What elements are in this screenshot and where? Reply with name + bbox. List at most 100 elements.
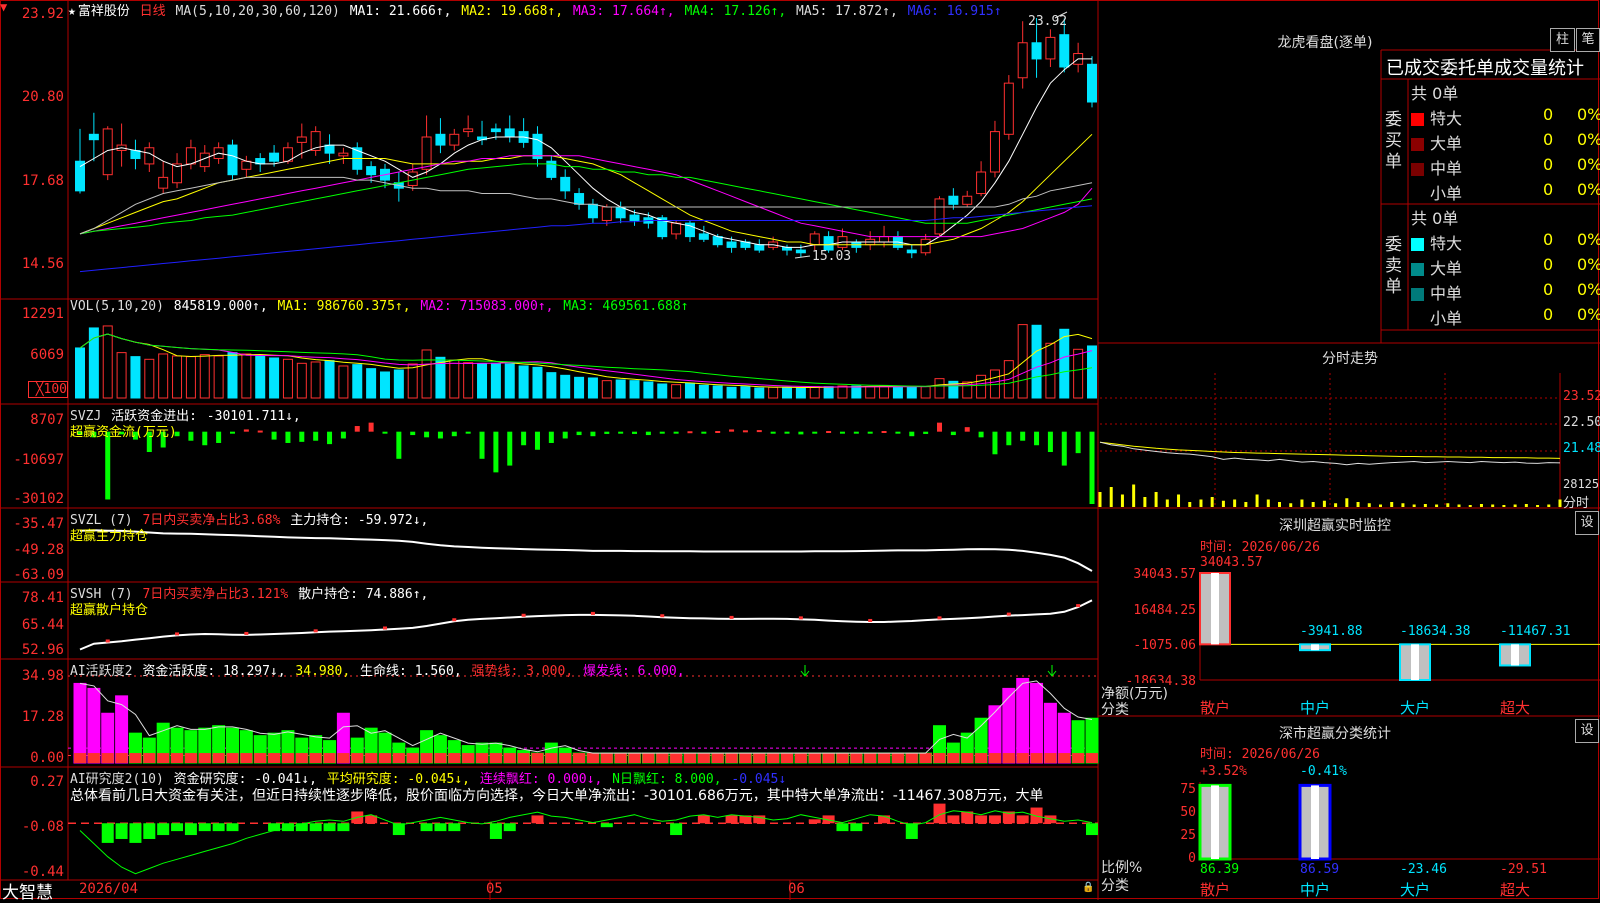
svzj-bar[interactable] xyxy=(742,430,748,433)
svzj-bar[interactable] xyxy=(1075,431,1081,454)
ai-research-bar[interactable] xyxy=(600,823,613,828)
ai-active-bar[interactable] xyxy=(1016,677,1030,764)
ai-research-bar[interactable] xyxy=(503,823,516,832)
ai-research-bar[interactable] xyxy=(337,823,350,832)
volume-bar[interactable] xyxy=(199,354,210,399)
volume-bar[interactable] xyxy=(768,386,779,399)
svzj-bar[interactable] xyxy=(950,431,956,436)
ai-research-bar[interactable] xyxy=(143,823,156,839)
svzj-bar[interactable] xyxy=(313,431,319,441)
svzj-bar[interactable] xyxy=(562,431,568,439)
svzj-bar[interactable] xyxy=(895,431,901,434)
candle-body[interactable] xyxy=(296,136,307,143)
ai-research-bar[interactable] xyxy=(531,815,544,824)
svzj-bar[interactable] xyxy=(1034,431,1040,446)
svzj-bar[interactable] xyxy=(632,431,638,434)
candle-body[interactable] xyxy=(338,152,349,157)
volume-bar[interactable] xyxy=(296,362,307,399)
svzj-bar[interactable] xyxy=(604,431,610,434)
ai-research-bar[interactable] xyxy=(171,823,184,832)
svzj-bar[interactable] xyxy=(271,431,277,440)
svzj-bar[interactable] xyxy=(701,431,707,434)
ai-research-bar[interactable] xyxy=(226,823,239,832)
svzj-bar[interactable] xyxy=(937,422,943,432)
svzj-bar[interactable] xyxy=(285,431,291,443)
volume-bar[interactable] xyxy=(421,349,432,399)
svzj-bar[interactable] xyxy=(202,431,208,446)
svzj-bar[interactable] xyxy=(784,431,790,434)
candle-body[interactable] xyxy=(324,144,335,154)
svzj-bar[interactable] xyxy=(867,431,873,434)
candle-body[interactable] xyxy=(435,133,446,146)
svzj-bar[interactable] xyxy=(465,431,471,434)
candle-body[interactable] xyxy=(269,152,280,162)
volume-bar[interactable] xyxy=(643,381,654,399)
volume-bar[interactable] xyxy=(449,359,460,399)
candle-body[interactable] xyxy=(629,214,640,221)
volume-bar[interactable] xyxy=(851,385,862,399)
svzj-bar[interactable] xyxy=(299,431,305,442)
volume-bar[interactable] xyxy=(892,385,903,399)
volume-bar[interactable] xyxy=(546,372,557,399)
ai-research-bar[interactable] xyxy=(947,815,960,824)
ai-research-bar[interactable] xyxy=(1016,815,1029,824)
candle-body[interactable] xyxy=(601,206,612,221)
candle-body[interactable] xyxy=(712,236,723,246)
candle-body[interactable] xyxy=(1017,42,1028,79)
volume-bar[interactable] xyxy=(255,354,266,399)
svzj-bar[interactable] xyxy=(812,431,818,434)
volume-bar[interactable] xyxy=(1045,342,1056,399)
volume-bar[interactable] xyxy=(587,377,598,399)
volume-bar[interactable] xyxy=(352,364,363,399)
volume-bar[interactable] xyxy=(518,365,529,399)
volume-bar[interactable] xyxy=(407,363,418,399)
ai-research-bar[interactable] xyxy=(988,815,1001,824)
ai-research-bar[interactable] xyxy=(1086,823,1098,836)
volume-bar[interactable] xyxy=(837,385,848,399)
candle-body[interactable] xyxy=(130,149,141,160)
ai-research-bar[interactable] xyxy=(434,823,447,832)
volume-bar[interactable] xyxy=(795,387,806,399)
ai-research-bar[interactable] xyxy=(101,823,114,843)
svzj-bar[interactable] xyxy=(521,431,527,446)
candle-body[interactable] xyxy=(1003,82,1014,135)
svzj-bar[interactable] xyxy=(451,431,457,437)
svzj-bar[interactable] xyxy=(964,427,970,432)
ai-research-bar[interactable] xyxy=(448,823,461,832)
volume-bar[interactable] xyxy=(158,353,169,399)
ai-active-bar[interactable] xyxy=(1002,687,1016,764)
volume-bar[interactable] xyxy=(754,387,765,399)
volume-bar[interactable] xyxy=(823,386,834,399)
svzj-bar[interactable] xyxy=(479,431,485,459)
candle-body[interactable] xyxy=(934,198,945,235)
candle-body[interactable] xyxy=(227,144,238,176)
volume-bar[interactable] xyxy=(477,363,488,399)
svzj-bar[interactable] xyxy=(1089,431,1095,504)
svzj-bar[interactable] xyxy=(1020,431,1026,441)
candle-body[interactable] xyxy=(754,244,765,251)
ai-research-bar[interactable] xyxy=(115,823,128,839)
svzj-bar[interactable] xyxy=(493,431,499,473)
main-chart-canvas[interactable] xyxy=(0,0,1600,900)
volume-bar[interactable] xyxy=(532,366,543,399)
svzj-bar[interactable] xyxy=(188,431,194,441)
candle-body[interactable] xyxy=(1087,63,1097,103)
candle-body[interactable] xyxy=(920,238,931,254)
ai-active-bar[interactable] xyxy=(115,695,129,764)
candle-body[interactable] xyxy=(726,241,737,248)
svzj-bar[interactable] xyxy=(839,431,845,434)
candle-body[interactable] xyxy=(144,147,155,165)
volume-bar[interactable] xyxy=(1017,324,1028,399)
svzj-bar[interactable] xyxy=(798,431,804,435)
volume-bar[interactable] xyxy=(615,379,626,399)
svzj-bar[interactable] xyxy=(424,431,430,438)
svzj-bar[interactable] xyxy=(507,431,513,466)
ai-research-bar[interactable] xyxy=(309,823,322,832)
volume-bar[interactable] xyxy=(976,374,987,399)
svzj-bar[interactable] xyxy=(923,431,929,434)
candle-body[interactable] xyxy=(976,171,987,195)
svzj-bar[interactable] xyxy=(729,429,735,432)
volume-bar[interactable] xyxy=(601,380,612,399)
svzj-bar[interactable] xyxy=(437,431,443,439)
ai-research-bar[interactable] xyxy=(212,823,225,832)
